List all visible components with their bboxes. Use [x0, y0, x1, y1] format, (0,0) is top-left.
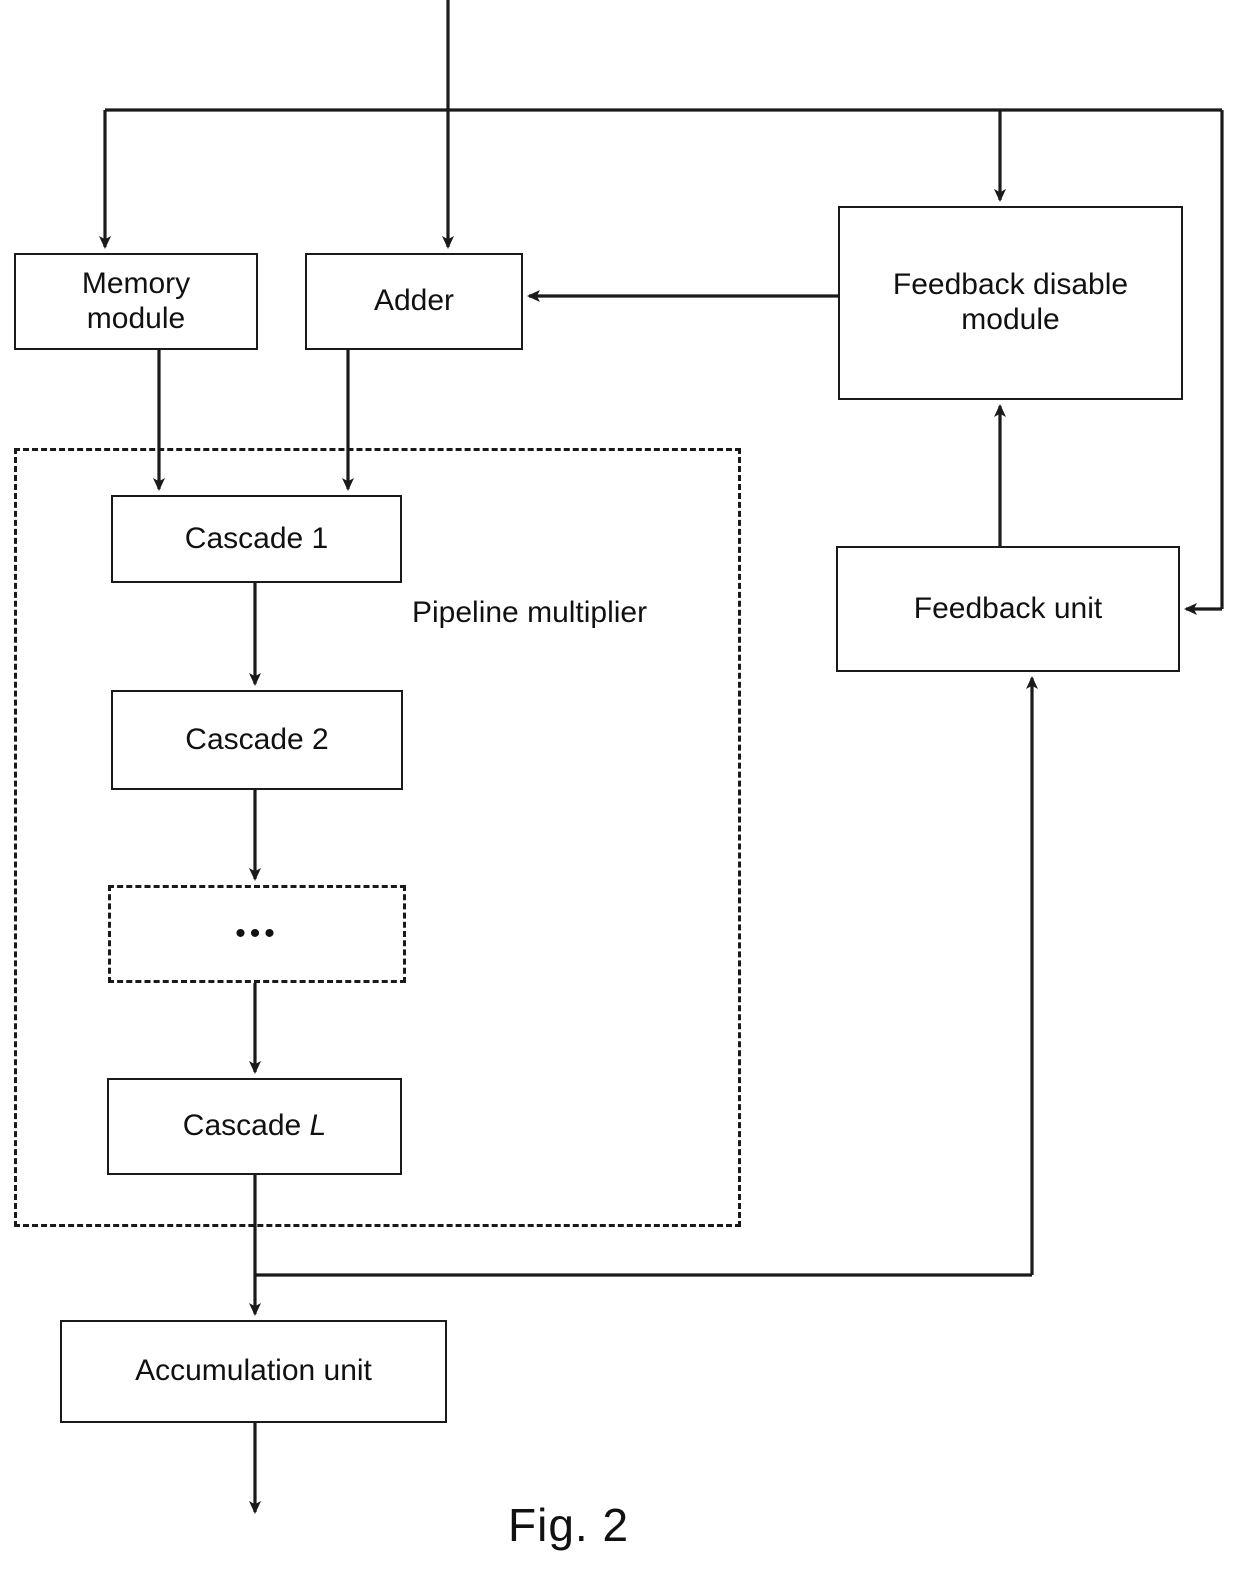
accumulation-unit-label: Accumulation unit	[135, 1354, 372, 1388]
block-adder[interactable]: Adder	[305, 253, 523, 350]
block-cascade-l[interactable]: Cascade L	[107, 1078, 402, 1175]
cascade-1-label: Cascade 1	[184, 521, 329, 555]
memory-module-label-line2: module	[86, 301, 186, 335]
block-feedback-unit[interactable]: Feedback unit	[836, 546, 1180, 672]
adder-label: Adder	[373, 284, 455, 318]
feedback-disable-module-label-line1: Feedback disable	[892, 268, 1129, 302]
cascade-ellipsis-label: •••	[235, 917, 279, 950]
cascade-l-label: Cascade L	[183, 1109, 326, 1144]
block-accumulation-unit[interactable]: Accumulation unit	[60, 1320, 447, 1423]
block-cascade-1[interactable]: Cascade 1	[111, 495, 402, 583]
cascade-l-label-prefix: Cascade	[182, 1109, 310, 1143]
cascade-2-label: Cascade 2	[185, 722, 329, 756]
block-feedback-disable-module[interactable]: Feedback disable module	[838, 206, 1183, 400]
figure-caption: Fig. 2	[508, 1499, 630, 1551]
cascade-l-label-index: L	[309, 1109, 327, 1143]
block-cascade-2[interactable]: Cascade 2	[111, 690, 403, 790]
memory-module-label-line1: Memory	[81, 266, 191, 300]
pipeline-multiplier-label: Pipeline multiplier	[412, 596, 648, 629]
figure-canvas: Pipeline multiplier Memory module Adder …	[0, 0, 1240, 1592]
feedback-disable-module-label-line2: module	[961, 303, 1060, 336]
block-cascade-ellipsis: •••	[108, 885, 406, 983]
feedback-unit-label: Feedback unit	[913, 591, 1103, 625]
block-memory-module[interactable]: Memory module	[14, 253, 258, 350]
